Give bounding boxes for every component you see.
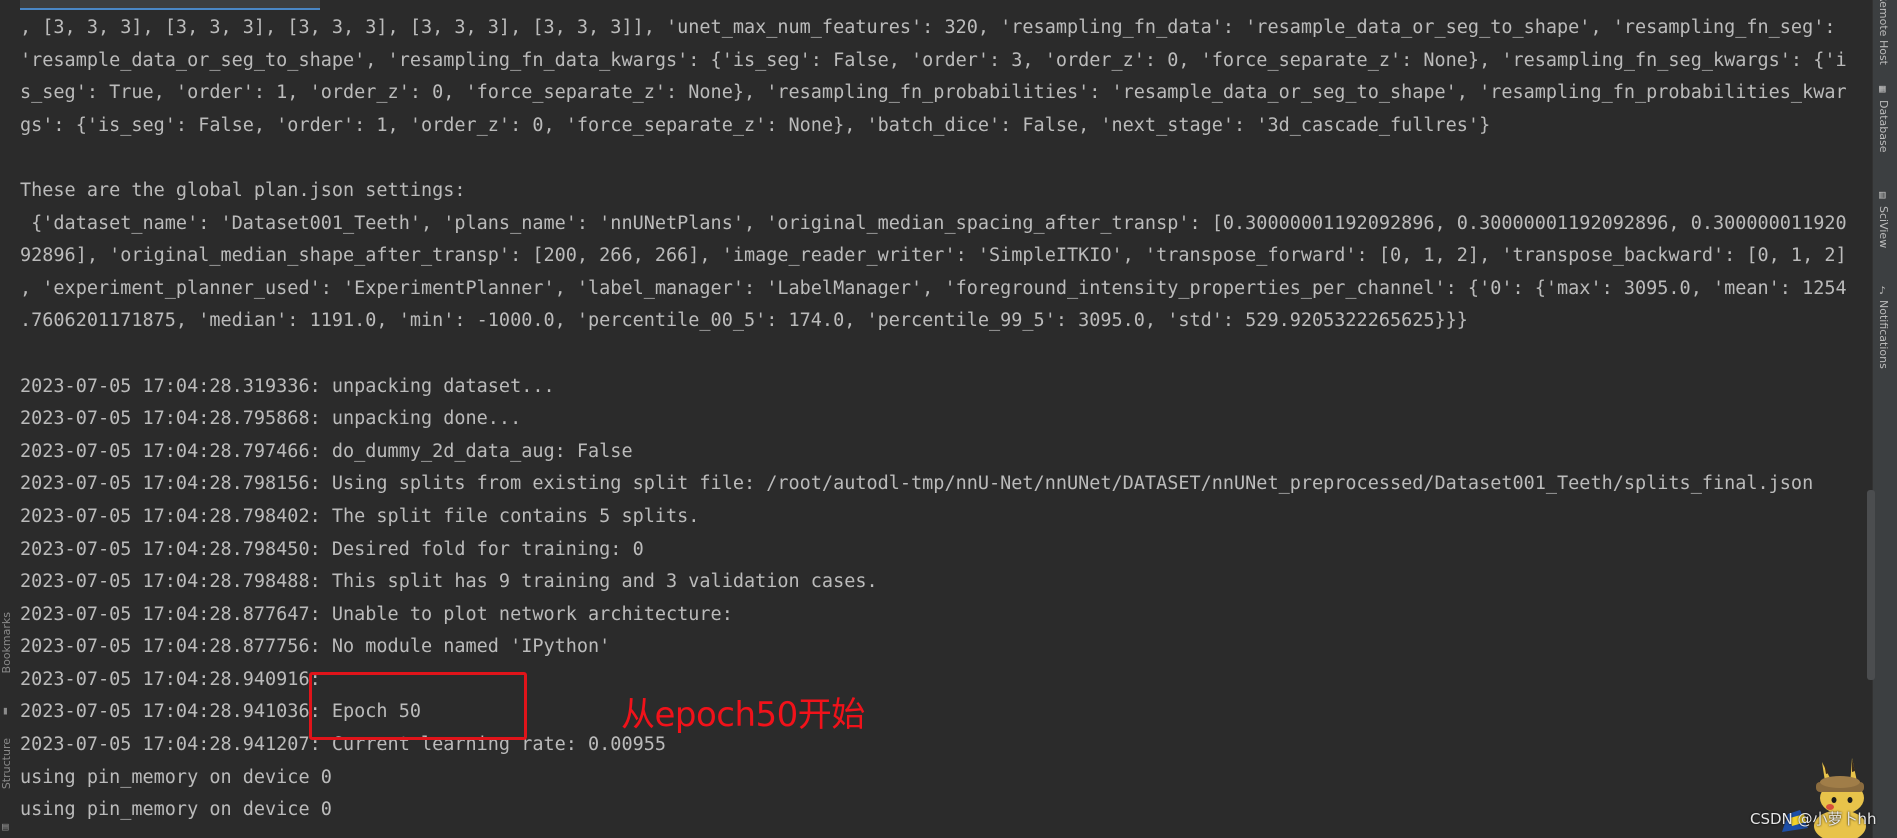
- top-tab-strip: [0, 0, 1870, 10]
- run-tab[interactable]: [20, 0, 320, 10]
- notifications-icon: ♪: [1879, 284, 1886, 297]
- bookmark-icon: ▮: [2, 704, 9, 717]
- console-line: using pin_memory on device 0: [20, 799, 332, 821]
- epoch-annotation: 从epoch50开始: [621, 695, 865, 735]
- notifications-tool-window-button[interactable]: Notifications: [1877, 300, 1890, 369]
- console-scrollbar-thumb[interactable]: [1867, 490, 1875, 680]
- sciview-tool-window-button[interactable]: SciView: [1877, 206, 1890, 248]
- console-line: .7606201171875, 'median': 1191.0, 'min':…: [20, 310, 1468, 332]
- console-line: 92896], 'original_median_shape_after_tra…: [20, 245, 1847, 267]
- console-line: 2023-07-05 17:04:28.798402: The split fi…: [20, 505, 700, 527]
- console-line: 2023-07-05 17:04:28.795868: unpacking do…: [20, 408, 522, 430]
- console-line: 2023-07-05 17:04:28.940916:: [20, 668, 321, 690]
- console-line: 2023-07-05 17:04:28.798488: This split h…: [20, 571, 878, 593]
- console-line: 2023-07-05 17:04:28.798156: Using splits…: [20, 473, 1814, 495]
- console-line: , [3, 3, 3], [3, 3, 3], [3, 3, 3], [3, 3…: [20, 17, 1836, 38]
- console-line: 2023-07-05 17:04:28.798450: Desired fold…: [20, 538, 644, 560]
- console-line: gs': {'is_seg': False, 'order': 1, 'orde…: [20, 114, 1491, 136]
- remote-host-tool-window-button[interactable]: Remote Host: [1877, 0, 1890, 65]
- bookmarks-tool-window-button[interactable]: Bookmarks: [0, 612, 14, 673]
- right-tool-strip: Remote Host ▦ Database ▥ SciView ♪ Notif…: [1872, 0, 1897, 838]
- console-line: 2023-07-05 17:04:28.319336: unpacking da…: [20, 375, 555, 397]
- console-line: using pin_memory on device 0: [20, 766, 332, 788]
- database-tool-window-button[interactable]: Database: [1877, 100, 1890, 153]
- console-line: 2023-07-05 17:04:28.877647: Unable to pl…: [20, 603, 733, 625]
- csdn-watermark: CSDN @小萝卜hh: [1750, 810, 1877, 828]
- console-line: 2023-07-05 17:04:28.941036: Epoch 50: [20, 701, 421, 723]
- console-line: These are the global plan.json settings:: [20, 179, 466, 201]
- left-tool-strip: Bookmarks ▮ Structure ▤: [0, 0, 18, 838]
- database-icon: ▦: [1879, 82, 1886, 95]
- console-output[interactable]: , [3, 3, 3], [3, 3, 3], [3, 3, 3], [3, 3…: [20, 12, 1864, 827]
- console-line: 2023-07-05 17:04:28.797466: do_dummy_2d_…: [20, 440, 633, 462]
- console-line: 'resample_data_or_seg_to_shape', 'resamp…: [20, 49, 1847, 71]
- console-line: {'dataset_name': 'Dataset001_Teeth', 'pl…: [20, 212, 1847, 234]
- structure-tool-window-button[interactable]: Structure: [0, 738, 14, 789]
- epoch-highlight-box: [309, 672, 527, 740]
- structure-icon: ▤: [2, 820, 9, 833]
- console-line: 2023-07-05 17:04:28.877756: No module na…: [20, 636, 611, 658]
- sciview-icon: ▥: [1879, 188, 1886, 201]
- console-line: , 'experiment_planner_used': 'Experiment…: [20, 277, 1847, 299]
- console-line: 2023-07-05 17:04:28.941207: Current lear…: [20, 734, 667, 756]
- console-line: s_seg': True, 'order': 1, 'order_z': 0, …: [20, 82, 1847, 104]
